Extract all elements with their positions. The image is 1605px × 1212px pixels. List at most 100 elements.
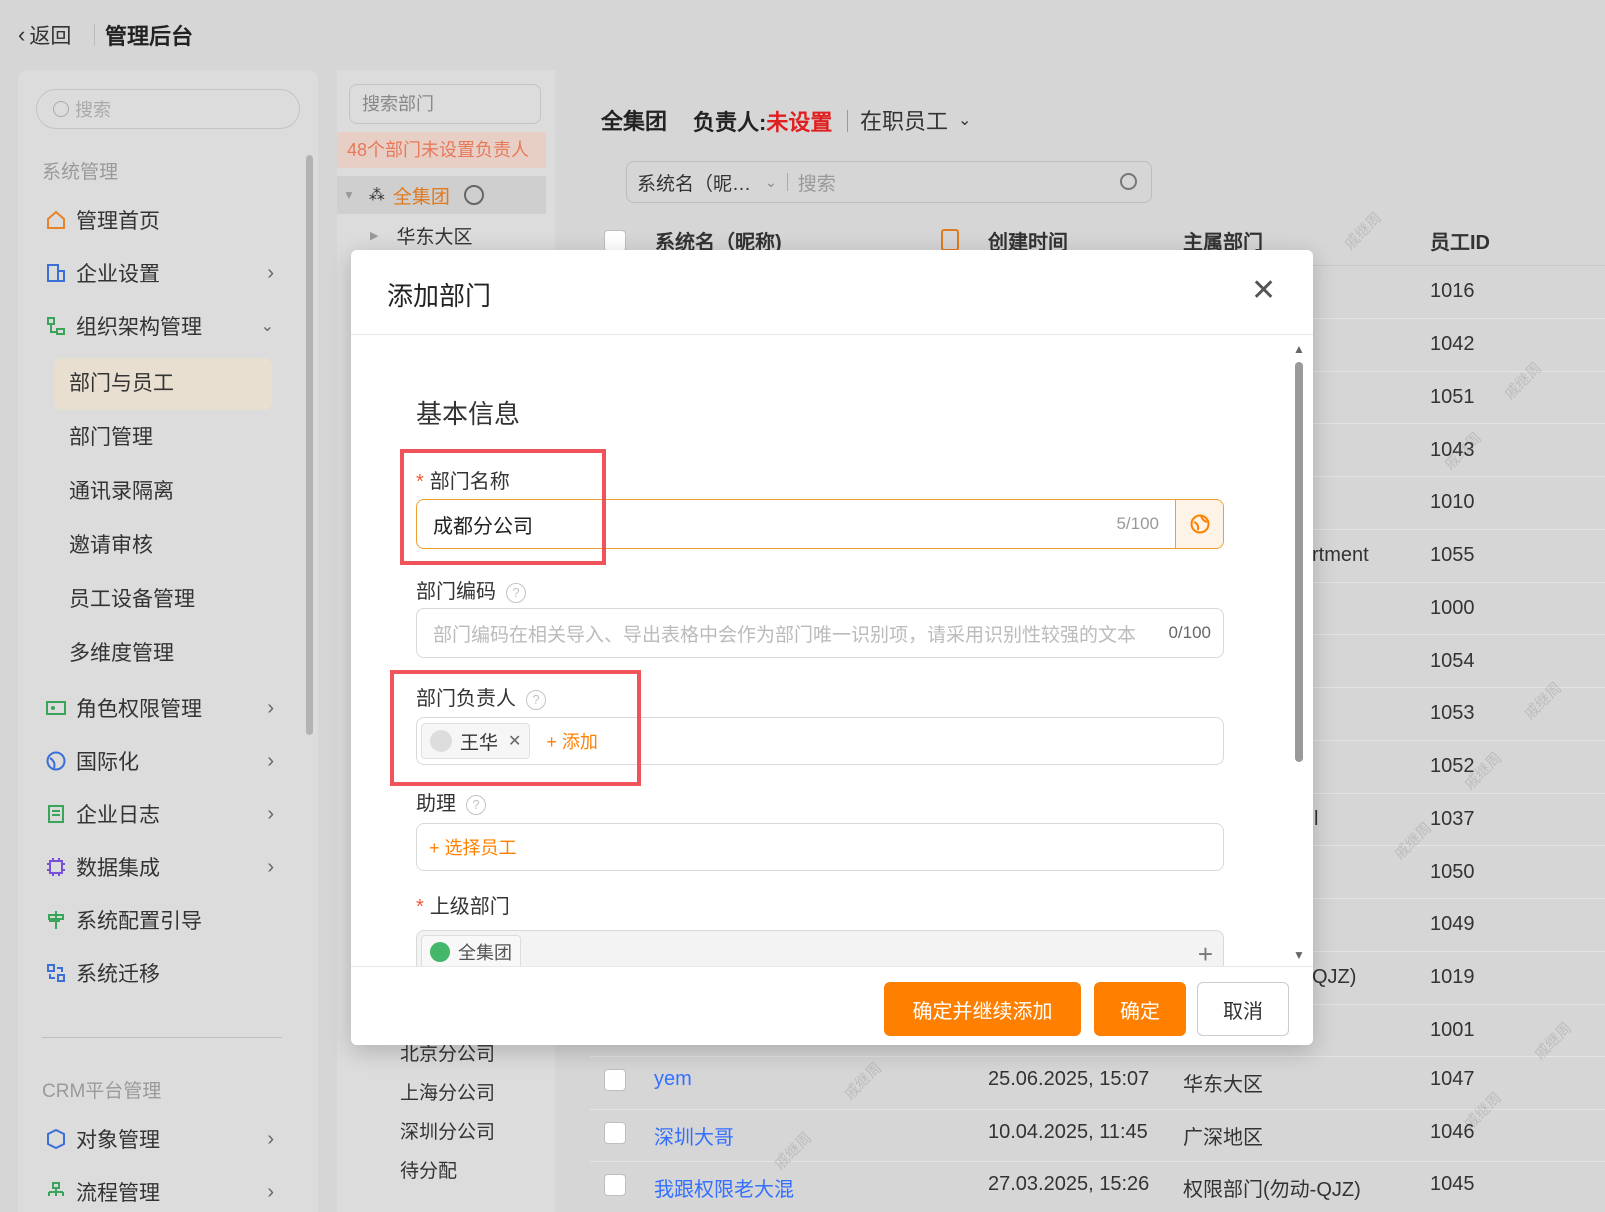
search-icon[interactable] xyxy=(1120,173,1137,190)
help-icon[interactable]: ? xyxy=(466,794,486,815)
migration-icon xyxy=(44,961,68,985)
table-cell-id: 1000 xyxy=(1430,597,1475,619)
modal-scrollbar-thumb[interactable] xyxy=(1295,362,1303,762)
sidebar-item-log[interactable]: 企业日志 › xyxy=(44,794,274,834)
sidebar-item-label: 数据集成 xyxy=(76,857,160,880)
sidebar-subitem-dept-employee[interactable]: 部门与员工 xyxy=(69,364,174,404)
dept-tree-root[interactable]: ▼ ⁂ 全集团 xyxy=(337,176,546,214)
config-guide-icon xyxy=(44,908,68,932)
sidebar-item-home[interactable]: 管理首页 xyxy=(44,200,274,240)
table-cell-dept: 广深地区 xyxy=(1183,1127,1263,1149)
table-row[interactable]: yem 25.06.2025, 15:07 华东大区 1047 xyxy=(590,1057,1605,1109)
sidebar-subitem-contact-isolation[interactable]: 通讯录隔离 xyxy=(69,472,174,512)
table-cell-name[interactable]: 深圳大哥 xyxy=(654,1121,734,1150)
parent-dept-tag-label: 全集团 xyxy=(458,943,512,963)
flow-icon xyxy=(44,1180,68,1204)
select-all-checkbox[interactable] xyxy=(604,230,626,252)
sidebar-item-config-guide[interactable]: 系统配置引导 xyxy=(44,900,274,940)
sidebar-item-role[interactable]: 角色权限管理 › xyxy=(44,688,274,728)
chevron-right-icon: › xyxy=(267,855,274,878)
confirm-button[interactable]: 确定 xyxy=(1094,982,1186,1036)
search-field-select[interactable]: 系统名（昵… xyxy=(637,169,751,196)
section-title: 基本信息 xyxy=(416,399,521,429)
dept-tree-child[interactable]: ▶ 华东大区 xyxy=(370,222,472,249)
sidebar-item-migration[interactable]: 系统迁移 xyxy=(44,953,274,993)
row-checkbox[interactable] xyxy=(604,1122,626,1144)
table-cell-id: 1051 xyxy=(1430,386,1475,408)
cancel-button[interactable]: 取消 xyxy=(1197,982,1289,1036)
dept-tree-item[interactable]: 待分配 xyxy=(400,1156,457,1183)
table-cell-dept-partial: l xyxy=(1314,808,1319,830)
chevron-right-icon: › xyxy=(267,696,274,719)
dept-tree-item[interactable]: 深圳分公司 xyxy=(400,1117,495,1144)
manager-info: 负责人:未设置 xyxy=(693,105,832,137)
org-root-icon: ⁂ xyxy=(368,187,385,204)
sidebar-subitem-invite-review[interactable]: 邀请审核 xyxy=(69,526,153,566)
employee-search-placeholder: 搜索 xyxy=(797,173,836,195)
log-icon xyxy=(44,802,68,826)
table-cell-dept: 权限部门(勿动-QJZ) xyxy=(1183,1179,1361,1201)
sidebar-item-label: 对象管理 xyxy=(76,1129,160,1152)
table-cell-name[interactable]: yem xyxy=(654,1068,692,1091)
assistant-field[interactable]: + 选择员工 xyxy=(416,823,1224,871)
dept-code-placeholder: 部门编码在相关导入、导出表格中会作为部门唯一识别项，请采用识别性较强的文本 xyxy=(433,624,1137,646)
sidebar-item-label: 系统配置引导 xyxy=(76,910,202,933)
table-row[interactable]: 我跟权限老大混 27.03.2025, 15:26 权限部门(勿动-QJZ) 1… xyxy=(590,1162,1605,1212)
row-checkbox[interactable] xyxy=(604,1174,626,1196)
table-cell-id: 1049 xyxy=(1430,913,1475,935)
title-divider xyxy=(847,110,848,132)
sidebar-subitem-dept-manage[interactable]: 部门管理 xyxy=(69,418,153,458)
sidebar-item-enterprise[interactable]: 企业设置 › xyxy=(44,253,274,293)
dept-tree-root-label: 全集团 xyxy=(392,186,450,208)
sidebar-subitem-device[interactable]: 员工设备管理 xyxy=(69,580,195,620)
sidebar-subitem-multidim[interactable]: 多维度管理 xyxy=(69,634,174,674)
status-filter-dropdown[interactable]: 在职员工 ⌄ xyxy=(860,104,971,136)
sidebar-item-label: 企业设置 xyxy=(76,263,160,286)
assistant-label-text: 助理 xyxy=(416,793,456,815)
modal-scroll-up-icon[interactable]: ▲ xyxy=(1293,342,1305,356)
dept-tree-item[interactable]: 上海分公司 xyxy=(400,1078,495,1105)
search-separator xyxy=(786,173,788,191)
employee-search-bar[interactable]: 系统名（昵… ⌄ 搜索 xyxy=(626,161,1152,203)
sidebar-item-data[interactable]: 数据集成 › xyxy=(44,847,274,887)
dept-code-count: 0/100 xyxy=(1168,623,1211,642)
sidebar-section-crm: CRM平台管理 xyxy=(42,1081,162,1102)
table-cell-dept: 华东大区 xyxy=(1183,1074,1263,1096)
table-cell-id: 1054 xyxy=(1430,650,1475,672)
sidebar-item-org[interactable]: 组织架构管理 ⌄ xyxy=(44,306,274,346)
close-icon[interactable]: ✕ xyxy=(1251,276,1276,306)
translate-globe-icon[interactable] xyxy=(1175,500,1223,548)
parent-dept-label-text: 上级部门 xyxy=(429,896,510,918)
status-filter-label: 在职员工 xyxy=(860,109,949,134)
table-cell-name[interactable]: 我跟权限老大混 xyxy=(654,1173,794,1202)
modal-scroll-down-icon[interactable]: ▼ xyxy=(1293,948,1305,962)
help-icon[interactable]: ? xyxy=(506,582,526,603)
sidebar-search-placeholder: 搜索 xyxy=(75,100,111,120)
table-cell-created: 25.06.2025, 15:07 xyxy=(988,1068,1150,1090)
sidebar-item-i18n[interactable]: 国际化 › xyxy=(44,741,274,781)
dept-code-label: 部门编码? xyxy=(416,575,526,604)
select-employee-button[interactable]: + 选择员工 xyxy=(429,834,517,860)
object-icon xyxy=(44,1127,68,1151)
sidebar-item-label: 流程管理 xyxy=(76,1182,160,1205)
table-cell-id: 1050 xyxy=(1430,861,1475,883)
parent-dept-tag: 全集团 xyxy=(421,935,521,969)
sidebar-scrollbar[interactable] xyxy=(306,155,313,735)
manager-value[interactable]: 未设置 xyxy=(766,110,832,135)
confirm-continue-button[interactable]: 确定并继续添加 xyxy=(884,982,1081,1036)
back-button[interactable]: ‹ 返回 xyxy=(18,20,71,50)
add-dept-modal: 添加部门 ✕ 基本信息 * 部门名称 成都分公司 5/100 部门编码? 部门编码… xyxy=(351,250,1313,1045)
table-cell-dept-partial: rtment xyxy=(1312,544,1369,566)
table-row[interactable]: 深圳大哥 10.04.2025, 11:45 广深地区 1046 xyxy=(590,1110,1605,1162)
dept-warning-banner[interactable]: 48个部门未设置负责人 xyxy=(337,132,546,168)
sidebar-item-object[interactable]: 对象管理 › xyxy=(44,1119,274,1159)
row-checkbox[interactable] xyxy=(604,1069,626,1091)
table-cell-id: 1045 xyxy=(1430,1173,1475,1195)
table-cell-id: 1042 xyxy=(1430,333,1475,355)
dept-search-input[interactable]: 搜索部门 xyxy=(349,84,541,124)
settings-icon[interactable] xyxy=(463,185,484,205)
sidebar-item-flow[interactable]: 流程管理 › xyxy=(44,1172,274,1212)
dept-code-input[interactable]: 部门编码在相关导入、导出表格中会作为部门唯一识别项，请采用识别性较强的文本 0/… xyxy=(416,608,1224,658)
page-title: 管理后台 xyxy=(105,24,194,49)
sidebar-search[interactable]: 搜索 xyxy=(36,89,300,129)
